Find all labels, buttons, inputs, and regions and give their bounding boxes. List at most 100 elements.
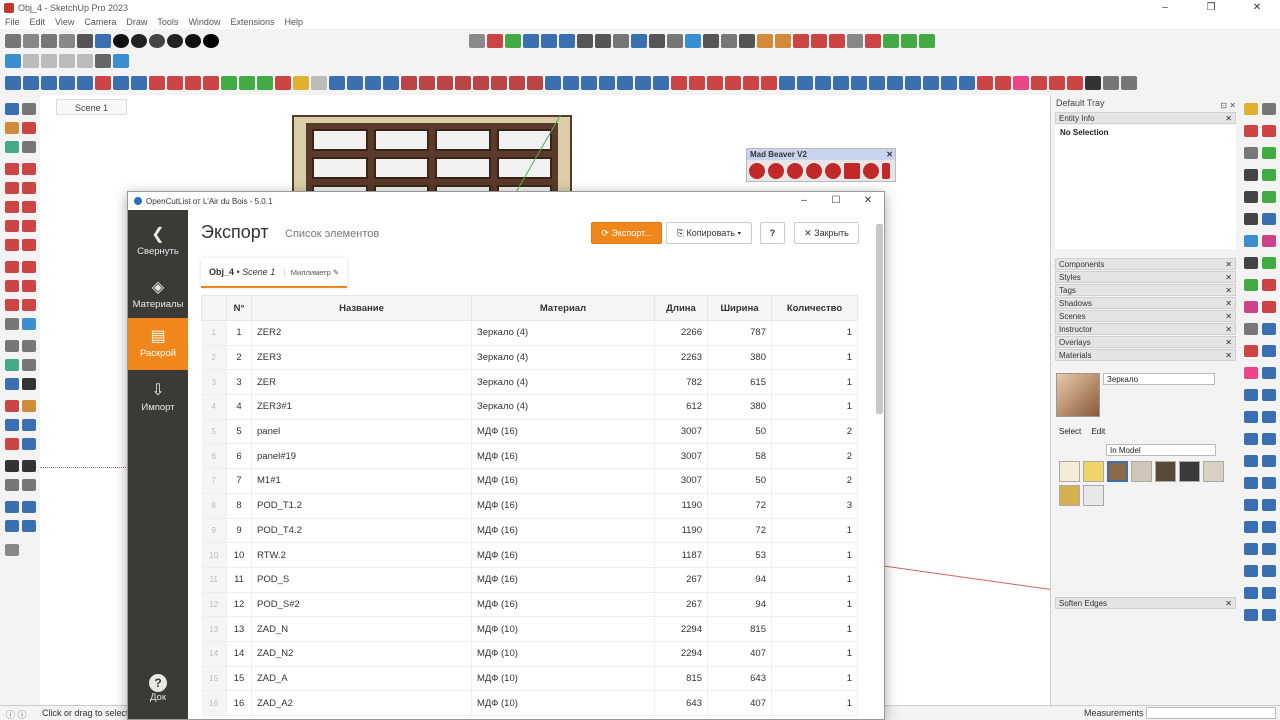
column-header[interactable]: Материал (471, 295, 655, 321)
toolbar-icon[interactable] (509, 76, 525, 90)
style-icon[interactable] (167, 34, 183, 48)
tool-icon[interactable] (1262, 279, 1276, 291)
toolbar-icon[interactable] (1085, 76, 1101, 90)
tool-icon[interactable] (1244, 609, 1258, 621)
tool-icon[interactable] (1244, 323, 1258, 335)
axes-tool-icon[interactable] (5, 359, 19, 371)
tool-icon[interactable] (1244, 543, 1258, 555)
toolbar-icon[interactable] (77, 34, 93, 48)
toolbar-icon[interactable] (775, 34, 791, 48)
table-row[interactable]: 7 7 M1#1 МДФ (16) 3007 50 2 (201, 468, 858, 494)
menu-view[interactable]: View (50, 17, 79, 27)
toolbar-icon[interactable] (923, 76, 939, 90)
toolbar-icon[interactable] (23, 34, 39, 48)
tool-icon[interactable] (1244, 367, 1258, 379)
toolbar-icon[interactable] (469, 34, 485, 48)
pan-icon[interactable] (22, 378, 36, 390)
toolbar-icon[interactable] (1013, 76, 1029, 90)
tab-select[interactable]: Select (1059, 427, 1081, 436)
column-header[interactable]: Количество (771, 295, 858, 321)
toolbar-icon[interactable] (23, 54, 39, 68)
table-row[interactable]: 5 5 panel МДФ (16) 3007 50 2 (201, 419, 858, 445)
toolbar-icon[interactable] (5, 76, 21, 90)
sidebar-item-collapse[interactable]: ❮ Свернуть (128, 216, 188, 268)
tool-icon[interactable] (1262, 367, 1276, 379)
toolbar-icon[interactable] (1103, 76, 1119, 90)
table-row[interactable]: 1 1 ZER2 Зеркало (4) 2266 787 1 (201, 320, 858, 346)
materials-section[interactable]: Materials ✕ (1055, 349, 1236, 361)
ocl-close-button[interactable]: ✕ (852, 192, 884, 210)
tool-icon[interactable] (1244, 411, 1258, 423)
line-tool-icon[interactable] (5, 163, 19, 175)
tool-icon[interactable] (22, 141, 36, 153)
rotated-rect-tool-icon[interactable] (22, 182, 36, 194)
material-thumb[interactable] (1059, 461, 1080, 482)
toolbar-icon[interactable] (41, 54, 57, 68)
previous-icon[interactable] (22, 419, 36, 431)
material-thumb[interactable] (1083, 485, 1104, 506)
tape-tool-icon[interactable] (5, 318, 19, 330)
toolbar-icon[interactable] (167, 76, 183, 90)
toolbar-icon[interactable] (257, 76, 273, 90)
toolbar-icon[interactable] (203, 76, 219, 90)
table-row[interactable]: 16 16 ZAD_A2 МДФ (10) 643 407 1 (201, 690, 858, 716)
tool-icon[interactable] (1262, 455, 1276, 467)
maximize-button[interactable]: ❐ (1188, 0, 1234, 15)
document-tab[interactable]: Obj_4 • Scene 1 Миллиметр ✎ (201, 258, 348, 288)
tool-icon[interactable] (1262, 389, 1276, 401)
toolbar-icon[interactable] (41, 76, 57, 90)
close-icon[interactable]: ✕ (1225, 113, 1232, 124)
tool-icon[interactable] (1244, 125, 1258, 137)
dimension-tool-icon[interactable] (22, 318, 36, 330)
toolbar-icon[interactable] (595, 34, 611, 48)
sandbox-icon[interactable] (5, 501, 19, 513)
tool-icon[interactable] (1262, 103, 1276, 115)
toolbar-icon[interactable] (685, 34, 701, 48)
toolbar-icon[interactable] (221, 76, 237, 90)
zoom-extents-icon[interactable] (5, 419, 19, 431)
menu-draw[interactable]: Draw (121, 17, 152, 27)
toolbar-icon[interactable] (185, 76, 201, 90)
table-row[interactable]: 9 9 POD_T4.2 МДФ (16) 1190 72 1 (201, 518, 858, 544)
close-icon[interactable]: ✕ (1225, 311, 1232, 322)
ocl-maximize-button[interactable]: ☐ (820, 192, 852, 210)
toolbar-icon[interactable] (833, 76, 849, 90)
pie-tool-icon[interactable] (22, 239, 36, 251)
toolbar-icon[interactable] (1031, 76, 1047, 90)
tool-icon[interactable] (1244, 433, 1258, 445)
toolbar-icon[interactable] (95, 34, 111, 48)
eraser-tool-icon[interactable] (22, 122, 36, 134)
tool-icon[interactable] (1262, 125, 1276, 137)
toolbar-icon[interactable] (1121, 76, 1137, 90)
table-row[interactable]: 15 15 ZAD_A МДФ (10) 815 643 1 (201, 666, 858, 692)
material-thumb[interactable] (1131, 461, 1152, 482)
tool-icon[interactable] (1244, 301, 1258, 313)
close-icon[interactable]: ✕ (1225, 298, 1232, 309)
toolbar-icon[interactable] (689, 76, 705, 90)
toolbar-icon[interactable] (883, 34, 899, 48)
mad-beaver-icon[interactable] (806, 163, 822, 179)
toolbar-icon[interactable] (5, 54, 21, 68)
tool-icon[interactable] (1262, 191, 1276, 203)
toolbar-icon[interactable] (437, 76, 453, 90)
tool-icon[interactable] (1262, 169, 1276, 181)
soften-edges-section[interactable]: Soften Edges ✕ (1055, 597, 1236, 609)
tool-icon[interactable] (1262, 323, 1276, 335)
tool-icon[interactable] (1262, 147, 1276, 159)
style-icon[interactable] (113, 34, 129, 48)
toolbar-icon[interactable] (671, 76, 687, 90)
material-collection-select[interactable]: In Model (1106, 444, 1216, 456)
column-header[interactable]: Ширина (707, 295, 772, 321)
toolbar-icon[interactable] (725, 76, 741, 90)
toolbar-icon[interactable] (649, 34, 665, 48)
toolbar-icon[interactable] (761, 76, 777, 90)
menu-help[interactable]: Help (279, 17, 308, 27)
section-display-icon[interactable] (22, 479, 36, 491)
help-button[interactable]: ? (760, 222, 785, 244)
instructor-section[interactable]: Instructor ✕ (1055, 323, 1236, 335)
protractor-tool-icon[interactable] (5, 340, 19, 352)
close-icon[interactable]: ✕ (1225, 337, 1232, 348)
mad-beaver-icon[interactable] (825, 163, 841, 179)
toolbar-icon[interactable] (977, 76, 993, 90)
toolbar-icon[interactable] (653, 76, 669, 90)
